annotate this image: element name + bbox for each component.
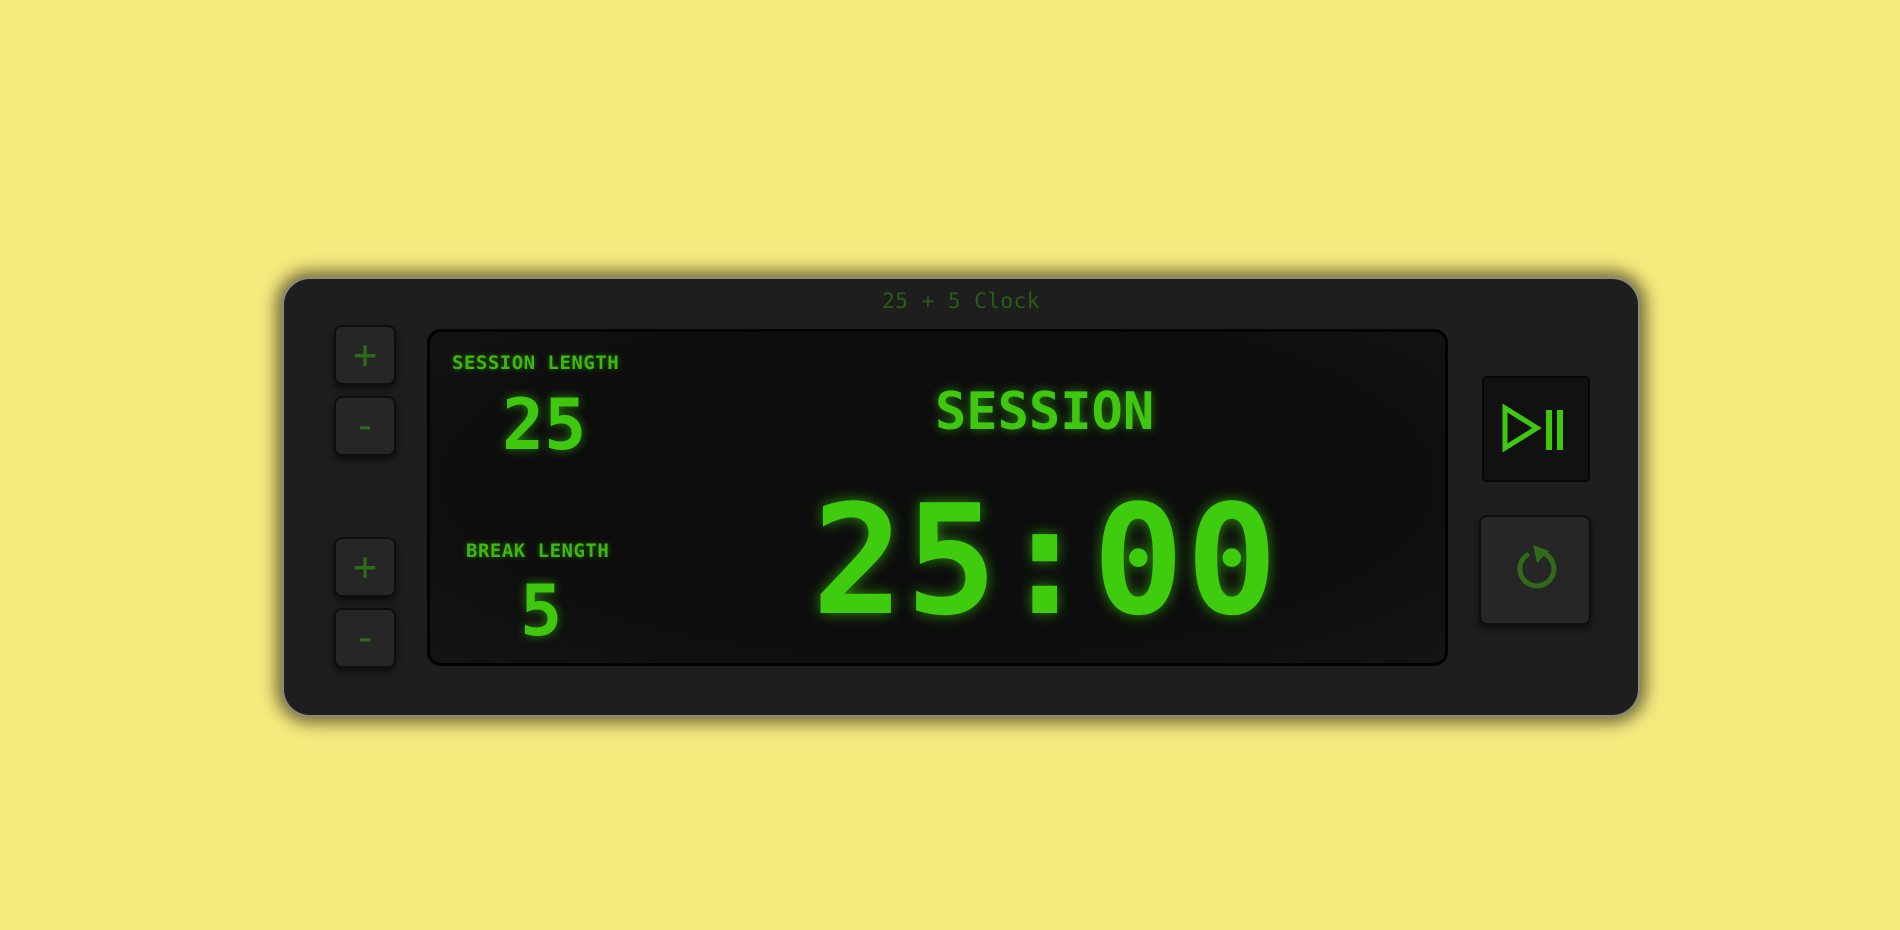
break-length-label: BREAK LENGTH bbox=[466, 540, 610, 562]
time-left-display: 25:00 bbox=[812, 472, 1280, 649]
reset-button[interactable] bbox=[1479, 515, 1591, 625]
start-stop-button[interactable] bbox=[1482, 376, 1590, 482]
session-length-label: SESSION LENGTH bbox=[452, 352, 620, 374]
app-title: 25 + 5 Clock bbox=[882, 289, 1040, 313]
session-length-value: 25 bbox=[502, 384, 587, 466]
lcd-screen: SESSION LENGTH 25 BREAK LENGTH 5 SESSION… bbox=[427, 329, 1448, 666]
break-increment-button[interactable]: + bbox=[334, 537, 396, 597]
session-decrement-button[interactable]: - bbox=[334, 396, 396, 456]
break-decrement-button[interactable]: - bbox=[334, 608, 396, 668]
timer-mode-label: SESSION bbox=[935, 382, 1155, 442]
break-length-value: 5 bbox=[520, 570, 563, 652]
session-increment-button[interactable]: + bbox=[334, 325, 396, 385]
play-pause-icon bbox=[1484, 378, 1588, 480]
clock-device: 25 + 5 Clock + - + - SESSION LENGTH 25 B… bbox=[282, 277, 1640, 717]
reset-icon bbox=[1481, 517, 1589, 623]
